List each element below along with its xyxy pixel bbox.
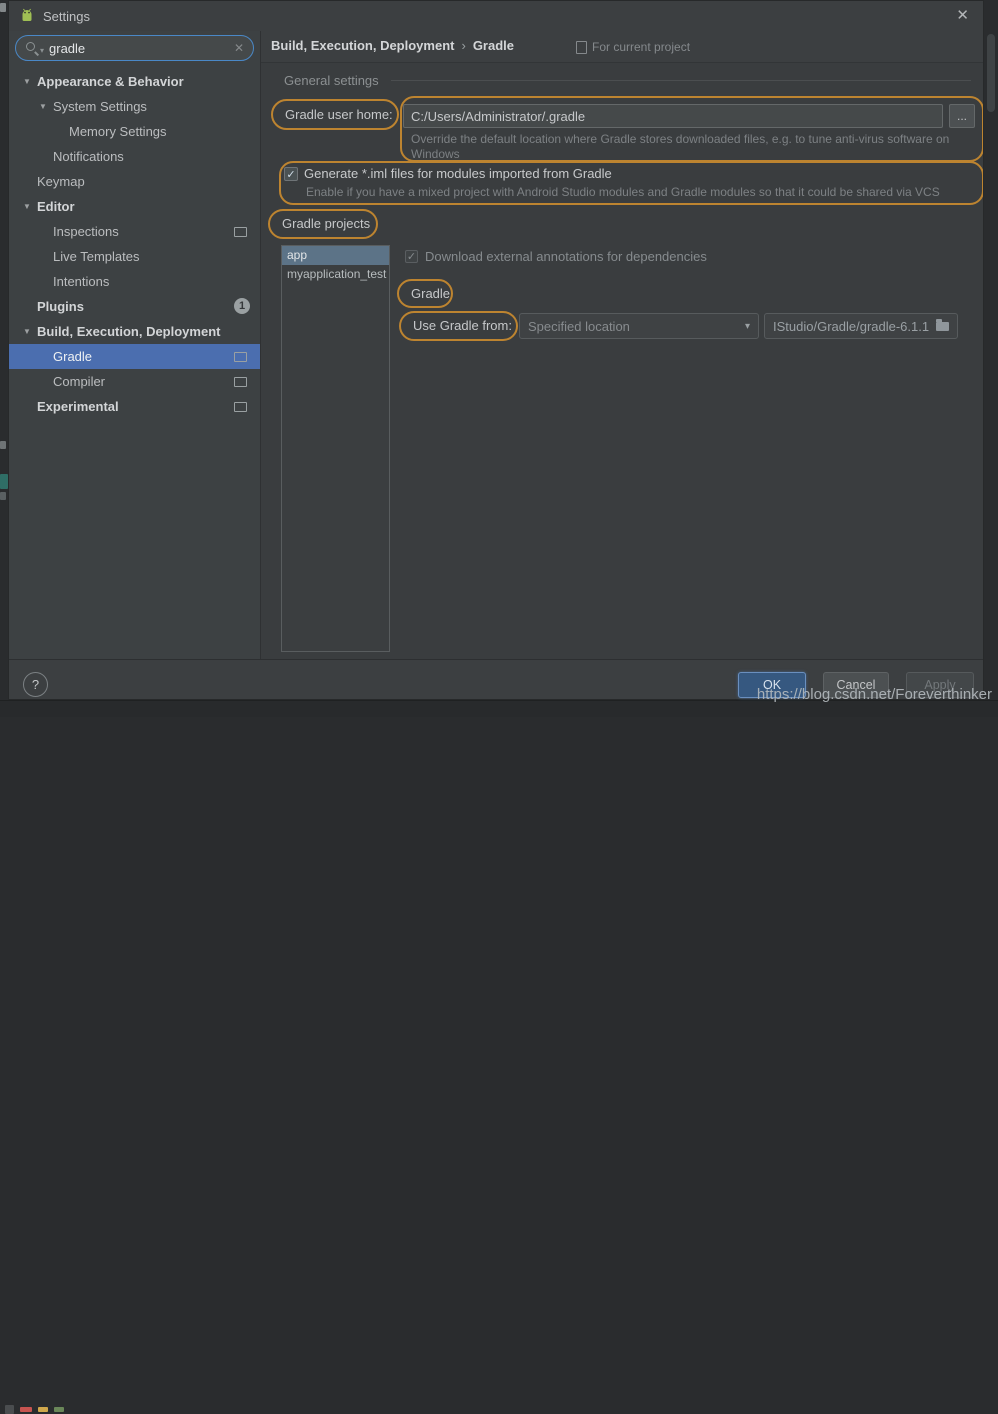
settings-tree: ▼ Appearance & Behavior ▼ System Setting… — [9, 69, 260, 419]
scope-note: For current project — [576, 40, 690, 54]
background-glyph — [54, 1407, 64, 1412]
sidebar-item-plugins[interactable]: Plugins 1 — [9, 294, 260, 319]
sidebar-item-keymap[interactable]: Keymap — [9, 169, 260, 194]
gradle-user-home-label: Gradle user home: — [273, 101, 397, 128]
search-input[interactable] — [49, 41, 234, 56]
sidebar-item-experimental[interactable]: Experimental — [9, 394, 260, 419]
sidebar-item-system-settings[interactable]: ▼ System Settings — [9, 94, 260, 119]
breadcrumb-separator-icon: › — [461, 38, 465, 53]
gradle-projects-label: Gradle projects — [270, 211, 376, 237]
chevron-down-icon[interactable]: ▼ — [23, 77, 31, 86]
breadcrumb-gradle: Gradle — [473, 38, 514, 53]
chevron-down-icon[interactable]: ▼ — [23, 202, 31, 211]
generate-iml-label[interactable]: Generate *.iml files for modules importe… — [304, 166, 612, 181]
plugins-count-badge: 1 — [234, 298, 250, 314]
background-glyph — [5, 1405, 14, 1414]
background-highlight-fragment — [0, 474, 8, 489]
sidebar-item-editor[interactable]: ▼ Editor — [9, 194, 260, 219]
sidebar-item-build-execution-deployment[interactable]: ▼ Build, Execution, Deployment — [9, 319, 260, 344]
in-place-settings-icon — [234, 377, 247, 387]
general-settings-section: General settings — [284, 73, 971, 88]
sidebar-item-compiler[interactable]: Compiler — [9, 369, 260, 394]
background-text-fragment — [0, 3, 6, 12]
screen: { "window": {"title": "Settings"}, "icon… — [0, 0, 998, 716]
project-item-myapplication-test[interactable]: myapplication_test — [282, 265, 389, 284]
search-highlight-outline: Use Gradle from: — [399, 311, 518, 341]
background-text-fragment — [0, 492, 6, 500]
sidebar-item-notifications[interactable]: Notifications — [9, 144, 260, 169]
generate-iml-checkbox[interactable]: ✓ — [284, 167, 298, 181]
search-highlight-outline: Gradle projects — [268, 209, 378, 239]
scope-note-label: For current project — [592, 40, 690, 54]
folder-icon[interactable] — [936, 322, 949, 331]
titlebar[interactable]: Settings ✕ — [9, 1, 983, 31]
gradle-user-home-help: Windows — [411, 147, 460, 161]
background-right-strip — [984, 0, 998, 716]
close-icon[interactable]: ✕ — [956, 6, 969, 24]
check-icon: ✓ — [407, 250, 416, 263]
generate-iml-help: Enable if you have a mixed project with … — [306, 185, 940, 199]
chevron-down-icon: ▾ — [745, 321, 750, 332]
android-studio-icon — [19, 8, 35, 24]
breadcrumb: Build, Execution, Deployment › Gradle — [271, 38, 514, 53]
cancel-button[interactable]: Cancel — [823, 672, 889, 698]
project-scope-icon — [576, 41, 587, 54]
gradle-user-home-input[interactable] — [403, 104, 943, 128]
gradle-group-label: Gradle — [399, 281, 451, 306]
sidebar-item-inspections[interactable]: Inspections — [9, 219, 260, 244]
background-left-strip — [0, 0, 8, 716]
project-item-app[interactable]: app — [282, 246, 389, 265]
ok-button[interactable]: OK — [738, 672, 806, 698]
sidebar-item-live-templates[interactable]: Live Templates — [9, 244, 260, 269]
in-place-settings-icon — [234, 402, 247, 412]
use-gradle-from-label: Use Gradle from: — [401, 313, 516, 339]
in-place-settings-icon — [234, 227, 247, 237]
download-annotations-label: Download external annotations for depend… — [425, 249, 707, 264]
search-highlight-outline: Gradle — [397, 279, 453, 308]
background-glyph — [38, 1407, 48, 1412]
download-annotations-checkbox[interactable]: ✓ — [405, 250, 418, 263]
sidebar-item-gradle[interactable]: Gradle — [9, 344, 260, 369]
search-options-caret-icon[interactable]: ▾ — [40, 46, 44, 55]
clear-search-icon[interactable]: ✕ — [234, 41, 244, 55]
search-icon — [25, 41, 40, 56]
breadcrumb-build-execution-deployment[interactable]: Build, Execution, Deployment — [271, 38, 454, 53]
sidebar-item-memory-settings[interactable]: Memory Settings — [9, 119, 260, 144]
gradle-home-path-value: IStudio/Gradle/gradle-6.1.1 — [773, 319, 929, 334]
use-gradle-from-value: Specified location — [528, 319, 630, 334]
sidebar-item-appearance-behavior[interactable]: ▼ Appearance & Behavior — [9, 69, 260, 94]
settings-page-header: Build, Execution, Deployment › Gradle Fo… — [261, 31, 983, 63]
sidebar-item-intentions[interactable]: Intentions — [9, 269, 260, 294]
use-gradle-from-dropdown[interactable]: Specified location ▾ — [519, 313, 759, 339]
dialog-footer: ? OK Cancel Apply — [9, 659, 983, 699]
search-highlight-outline: Gradle user home: — [271, 99, 399, 130]
background-glyph — [20, 1407, 32, 1412]
apply-button: Apply — [906, 672, 974, 698]
chevron-down-icon[interactable]: ▼ — [39, 102, 47, 111]
gradle-home-path-field[interactable]: IStudio/Gradle/gradle-6.1.1 — [764, 313, 958, 339]
settings-search-field[interactable]: ▾ ✕ — [15, 35, 254, 61]
chevron-down-icon[interactable]: ▼ — [23, 327, 31, 336]
settings-sidebar: ▾ ✕ ▼ Appearance & Behavior ▼ System Set… — [9, 31, 261, 661]
background-editor-strip — [0, 700, 998, 717]
section-separator-line — [391, 80, 971, 81]
gradle-projects-list: app myapplication_test — [281, 245, 390, 652]
general-settings-label: General settings — [284, 73, 379, 88]
settings-dialog: Settings ✕ ▾ ✕ ▼ Appearance & Behavior ▼… — [8, 0, 984, 700]
in-place-settings-icon — [234, 352, 247, 362]
help-button[interactable]: ? — [23, 672, 48, 697]
browse-button[interactable]: ... — [949, 104, 975, 128]
gradle-user-home-help: Override the default location where Grad… — [411, 132, 949, 146]
check-icon: ✓ — [286, 168, 295, 181]
background-text-fragment — [0, 441, 6, 449]
background-scrollbar[interactable] — [987, 34, 995, 112]
window-title: Settings — [43, 9, 90, 24]
gradle-settings-panel: General settings Gradle user home: ... O… — [261, 63, 983, 659]
